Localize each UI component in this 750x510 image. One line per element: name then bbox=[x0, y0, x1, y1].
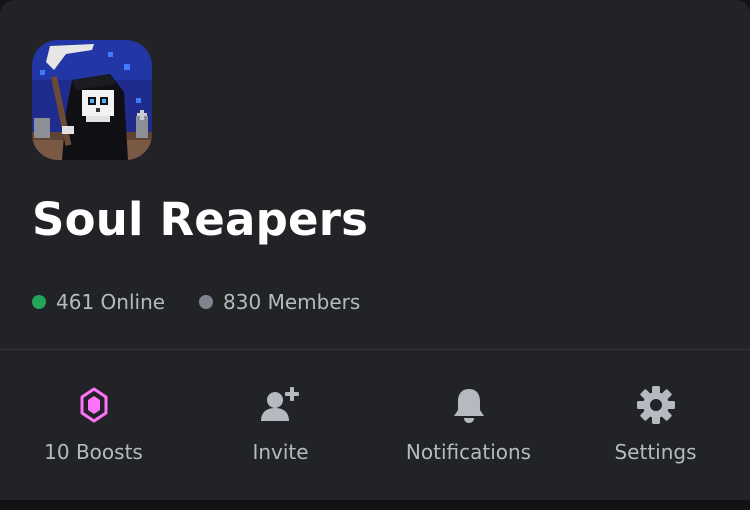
member-count: 830 Members bbox=[199, 290, 360, 314]
gear-icon bbox=[634, 383, 678, 427]
notifications-button[interactable]: Notifications bbox=[375, 350, 562, 500]
online-status-dot-icon bbox=[32, 295, 46, 309]
add-user-icon bbox=[259, 383, 303, 427]
bottom-edge bbox=[0, 500, 750, 510]
server-icon[interactable] bbox=[32, 40, 152, 160]
grim-reaper-icon bbox=[32, 40, 152, 160]
server-info-sheet: Soul Reapers 461 Online 830 Members 10 B… bbox=[0, 0, 750, 500]
online-count: 461 Online bbox=[32, 290, 165, 314]
member-count-label: 830 Members bbox=[223, 290, 361, 314]
bell-icon bbox=[447, 383, 491, 427]
invite-label: Invite bbox=[252, 440, 309, 464]
server-actions: 10 Boosts Invite Notifications Settings bbox=[0, 350, 750, 500]
notifications-label: Notifications bbox=[405, 440, 532, 464]
server-stats: 461 Online 830 Members bbox=[32, 288, 360, 316]
server-name: Soul Reapers bbox=[32, 193, 369, 246]
invite-button[interactable]: Invite bbox=[187, 350, 374, 500]
boost-gem-icon bbox=[72, 383, 116, 427]
settings-button[interactable]: Settings bbox=[562, 350, 749, 500]
boosts-button[interactable]: 10 Boosts bbox=[0, 350, 187, 500]
boosts-label: 10 Boosts bbox=[44, 440, 143, 464]
members-status-dot-icon bbox=[199, 295, 214, 309]
online-count-label: 461 Online bbox=[56, 290, 166, 314]
settings-label: Settings bbox=[614, 440, 697, 464]
